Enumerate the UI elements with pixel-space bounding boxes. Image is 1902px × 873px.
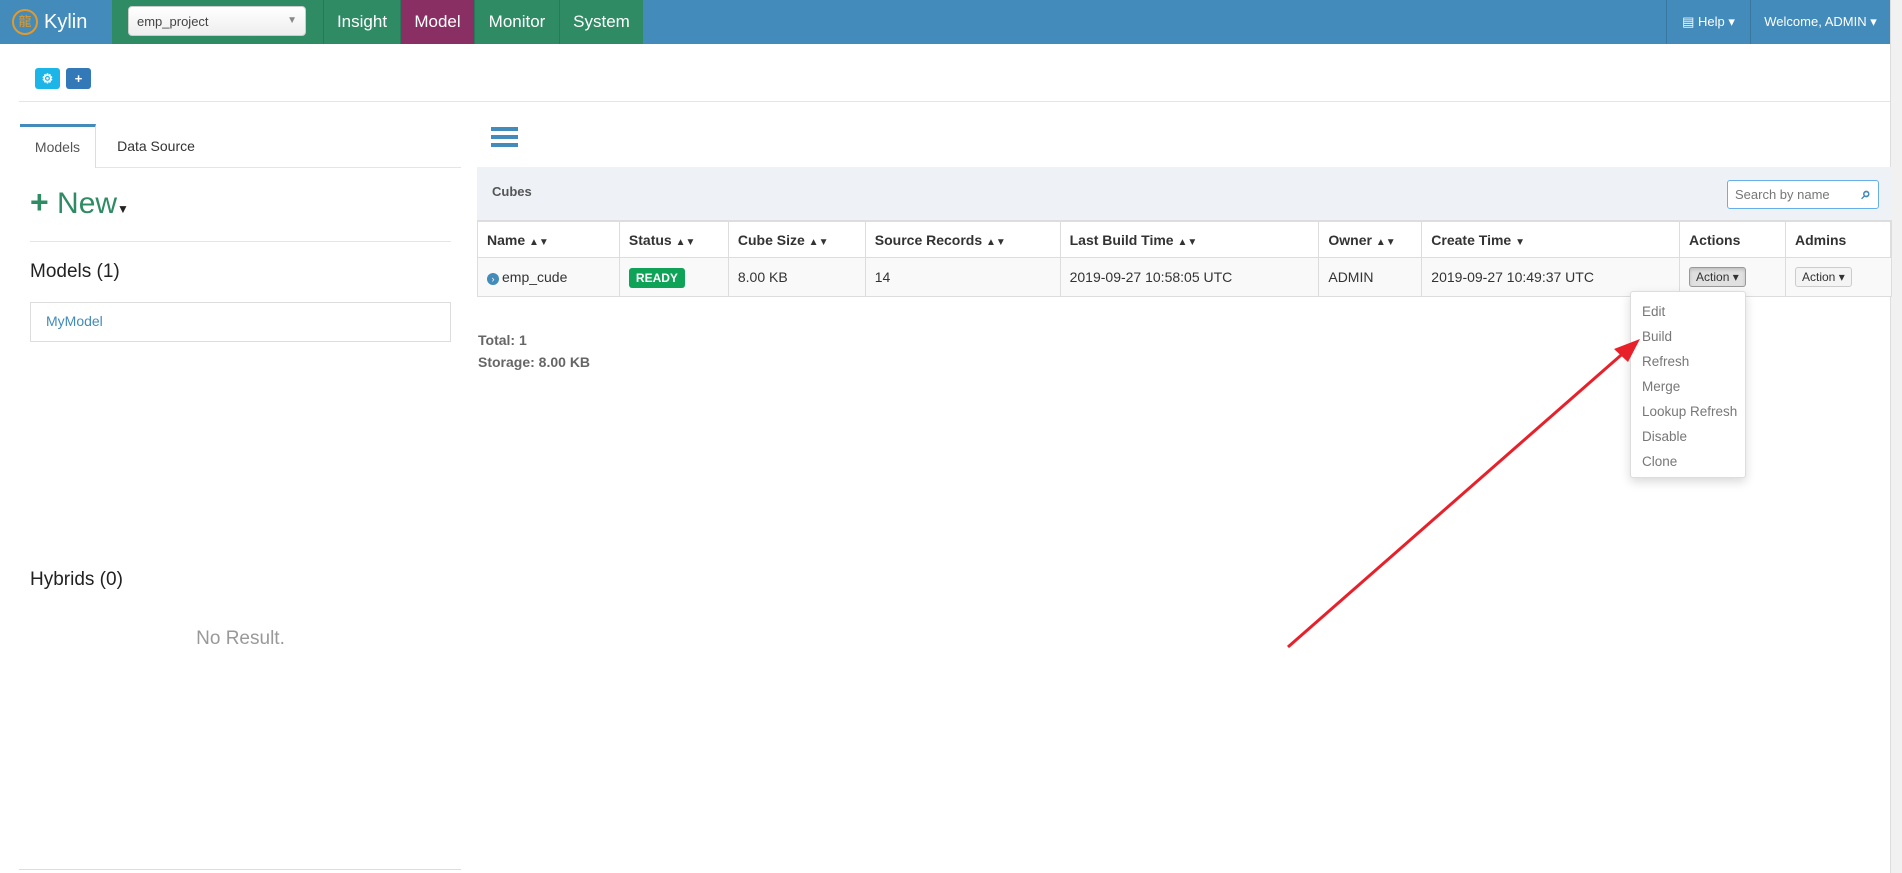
menu-toggle-icon[interactable] [491, 127, 518, 151]
admins-cell: Action ▾ [1785, 257, 1892, 297]
brand-logo[interactable]: 龍 Kylin [0, 0, 112, 44]
caret-down-icon: ▼ [287, 15, 297, 26]
col-owner[interactable]: Owner ▲▼ [1318, 221, 1423, 258]
kylin-logo-icon: 龍 [12, 9, 38, 35]
nav-insight[interactable]: Insight [323, 0, 400, 44]
nav-system[interactable]: System [559, 0, 643, 44]
last-build-cell: 2019-09-27 10:58:05 UTC [1059, 257, 1320, 297]
divider [19, 869, 461, 870]
menu-item-lookup-refresh[interactable]: Lookup Refresh [1631, 399, 1745, 424]
col-actions: Actions [1679, 221, 1786, 258]
sort-icon: ▲▼ [675, 236, 696, 248]
search-input[interactable]: Search by name ⌕ [1727, 180, 1879, 209]
hybrids-heading: Hybrids (0) [30, 569, 123, 590]
status-cell: READY [618, 257, 729, 297]
tab-models[interactable]: Models [20, 124, 96, 168]
sort-icon: ▲▼ [1375, 236, 1396, 248]
tab-data-source[interactable]: Data Source [96, 124, 216, 168]
caret-down-icon: ▼ [117, 202, 129, 216]
menu-item-merge[interactable]: Merge [1631, 374, 1745, 399]
col-last-build-time[interactable]: Last Build Time ▲▼ [1059, 221, 1320, 258]
menu-item-clone[interactable]: Clone [1631, 449, 1745, 474]
plus-icon: + [30, 184, 49, 220]
tab-divider [96, 167, 461, 168]
sort-icon: ▲▼ [808, 236, 829, 248]
models-heading: Models (1) [30, 261, 120, 282]
size-cell: 8.00 KB [727, 257, 866, 297]
total-text: Total: 1 [478, 332, 527, 348]
project-select[interactable]: emp_project ▼ [128, 6, 306, 36]
nav-monitor[interactable]: Monitor [474, 0, 559, 44]
new-button[interactable]: + New▼ [30, 184, 129, 221]
expand-icon[interactable]: › [487, 273, 499, 285]
gears-button[interactable]: ⚙ [35, 68, 60, 89]
storage-text: Storage: 8.00 KB [478, 354, 591, 370]
add-project-button[interactable]: + [66, 68, 91, 89]
cube-name-cell[interactable]: › emp_cude [477, 257, 620, 297]
cubes-table: Name ▲▼ Status ▲▼ Cube Size ▲▼ Source Re… [477, 221, 1892, 297]
model-item[interactable]: MyModel [30, 302, 451, 342]
menu-item-build[interactable]: Build [1631, 324, 1745, 349]
no-result-text: No Result. [196, 628, 285, 649]
action-button[interactable]: Action ▾ [1689, 267, 1746, 287]
admin-action-button[interactable]: Action ▾ [1795, 267, 1852, 287]
divider [30, 241, 451, 242]
col-status[interactable]: Status ▲▼ [618, 221, 729, 258]
owner-cell: ADMIN [1318, 257, 1423, 297]
col-name[interactable]: Name ▲▼ [477, 221, 620, 258]
sort-icon: ▲▼ [986, 236, 1006, 248]
menu-item-refresh[interactable]: Refresh [1631, 349, 1745, 374]
sort-icon: ▲▼ [1177, 236, 1198, 248]
arrow-shaft [1287, 347, 1629, 649]
status-badge: READY [628, 268, 685, 288]
plus-icon: + [74, 71, 83, 86]
menu-item-edit[interactable]: Edit [1631, 299, 1745, 324]
cubes-panel-header: Cubes Search by name ⌕ [477, 167, 1892, 221]
sort-desc-icon: ▼ [1515, 236, 1525, 248]
records-cell: 14 [864, 257, 1061, 297]
user-menu[interactable]: Welcome, ADMIN ▾ [1750, 0, 1890, 44]
col-cube-size[interactable]: Cube Size ▲▼ [727, 221, 866, 258]
cube-totals: Total: 1 Storage: 8.00 KB [478, 329, 590, 373]
col-source-records[interactable]: Source Records ▲▼ [864, 221, 1061, 258]
divider [19, 101, 1890, 102]
cubes-title: Cubes [492, 184, 532, 199]
search-icon[interactable]: ⌕ [1861, 184, 1871, 204]
sort-icon: ▲▼ [529, 236, 549, 248]
gears-icon: ⚙ [41, 71, 54, 86]
help-menu[interactable]: ▤ Help ▾ [1666, 0, 1750, 44]
scrollbar[interactable] [1890, 0, 1902, 873]
book-icon: ▤ [1682, 14, 1698, 29]
annotation-arrow [1287, 339, 1640, 649]
col-admins: Admins [1785, 221, 1892, 258]
menu-item-disable[interactable]: Disable [1631, 424, 1745, 449]
nav-model[interactable]: Model [400, 0, 474, 44]
table-header: Name ▲▼ Status ▲▼ Cube Size ▲▼ Source Re… [477, 221, 1892, 258]
action-dropdown-menu: Edit Build Refresh Merge Lookup Refresh … [1630, 291, 1746, 478]
col-create-time[interactable]: Create Time ▼ [1421, 221, 1681, 258]
model-link[interactable]: MyModel [46, 313, 103, 329]
